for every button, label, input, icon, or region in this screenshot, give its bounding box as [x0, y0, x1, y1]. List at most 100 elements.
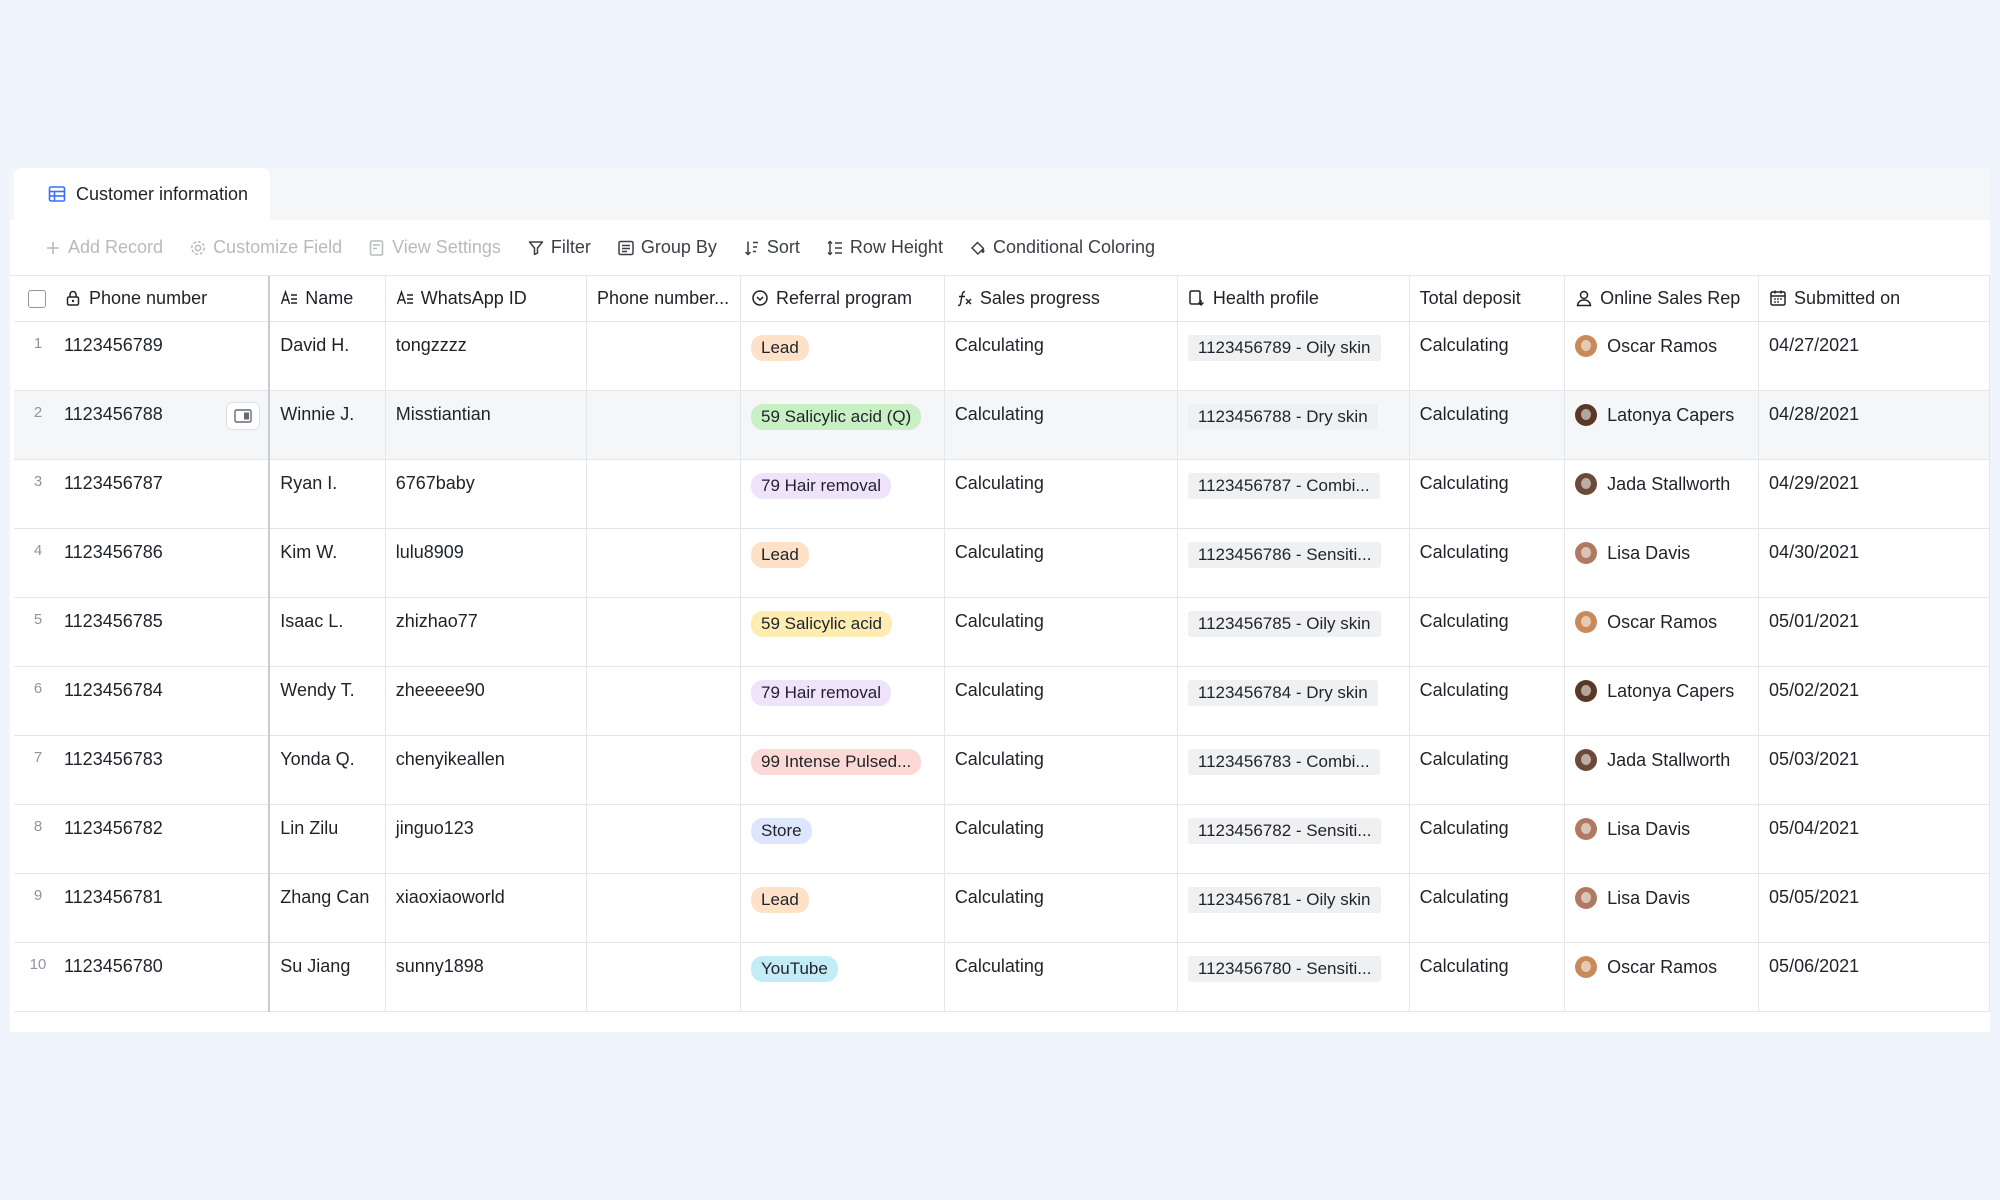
phone-number-cell[interactable]: 7 1123456783 [14, 735, 271, 805]
total-deposit-cell[interactable]: Calculating [1409, 390, 1566, 460]
whatsapp-id-cell[interactable]: 6767baby [385, 459, 588, 529]
referral-program-cell[interactable]: Lead [740, 321, 945, 391]
sales-rep-cell[interactable]: Lisa Davis [1564, 873, 1760, 943]
total-deposit-cell[interactable]: Calculating [1409, 873, 1566, 943]
phone-number-2-cell[interactable] [586, 804, 741, 874]
table-row[interactable]: 2 1123456788 Winnie J. Misstiantian 59 Salic… [14, 390, 1990, 460]
referral-program-cell[interactable]: 59 Salicylic acid (Q) [740, 390, 945, 460]
sales-progress-cell[interactable]: Calculating [944, 390, 1178, 460]
submitted-on-cell[interactable]: 04/30/2021 [1758, 528, 1990, 598]
add-record-button[interactable]: Add Record [44, 237, 163, 258]
phone-number-cell[interactable]: 9 1123456781 [14, 873, 271, 943]
referral-program-cell[interactable]: Lead [740, 528, 945, 598]
table-row[interactable]: 10 1123456780 Su Jiang sunny1898 YouTube Calc… [14, 942, 1990, 1012]
health-profile-cell[interactable]: 1123456782 - Sensiti... [1177, 804, 1410, 874]
health-profile-cell[interactable]: 1123456780 - Sensiti... [1177, 942, 1410, 1012]
column-header[interactable]: Health profile [1177, 276, 1410, 322]
health-profile-cell[interactable]: 1123456781 - Oily skin [1177, 873, 1410, 943]
column-header[interactable]: Sales progress [944, 276, 1178, 322]
phone-number-cell[interactable]: 2 1123456788 [14, 390, 271, 460]
name-cell[interactable]: Ryan I. [269, 459, 386, 529]
table-row[interactable]: 9 1123456781 Zhang Can xiaoxiaoworld Lead Cal… [14, 873, 1990, 943]
submitted-on-cell[interactable]: 05/03/2021 [1758, 735, 1990, 805]
phone-number-cell[interactable]: 6 1123456784 [14, 666, 271, 736]
table-row[interactable]: 3 1123456787 Ryan I. 6767baby 79 Hair remova… [14, 459, 1990, 529]
submitted-on-cell[interactable]: 04/29/2021 [1758, 459, 1990, 529]
health-profile-cell[interactable]: 1123456785 - Oily skin [1177, 597, 1410, 667]
health-profile-link[interactable]: 1123456782 - Sensiti... [1187, 818, 1382, 844]
table-row[interactable]: 4 1123456786 Kim W. lulu8909 Lead Calculating… [14, 528, 1990, 598]
sales-rep-cell[interactable]: Lisa Davis [1564, 528, 1760, 598]
referral-program-cell[interactable]: 59 Salicylic acid [740, 597, 945, 667]
whatsapp-id-cell[interactable]: zhizhao77 [385, 597, 588, 667]
select-all-checkbox[interactable] [28, 290, 46, 309]
health-profile-cell[interactable]: 1123456787 - Combi... [1177, 459, 1410, 529]
group-by-button[interactable]: Group By [617, 237, 717, 258]
name-cell[interactable]: Zhang Can [269, 873, 386, 943]
table-row[interactable]: 5 1123456785 Isaac L. zhizhao77 59 Salicylic… [14, 597, 1990, 667]
view-settings-button[interactable]: View Settings [368, 237, 501, 258]
filter-button[interactable]: Filter [527, 237, 591, 258]
total-deposit-cell[interactable]: Calculating [1409, 942, 1566, 1012]
phone-number-cell[interactable]: 10 1123456780 [14, 942, 271, 1012]
phone-number-2-cell[interactable] [586, 459, 741, 529]
health-profile-link[interactable]: 1123456785 - Oily skin [1187, 611, 1381, 637]
sales-progress-cell[interactable]: Calculating [944, 321, 1178, 391]
whatsapp-id-cell[interactable]: sunny1898 [385, 942, 588, 1012]
health-profile-link[interactable]: 1123456787 - Combi... [1187, 473, 1380, 499]
sales-progress-cell[interactable]: Calculating [944, 873, 1178, 943]
column-header[interactable]: Phone number [14, 276, 271, 322]
phone-number-2-cell[interactable] [586, 666, 741, 736]
health-profile-link[interactable]: 1123456780 - Sensiti... [1187, 956, 1382, 982]
phone-number-cell[interactable]: 1 1123456789 [14, 321, 271, 391]
phone-number-2-cell[interactable] [586, 390, 741, 460]
whatsapp-id-cell[interactable]: lulu8909 [385, 528, 588, 598]
submitted-on-cell[interactable]: 05/05/2021 [1758, 873, 1990, 943]
column-header[interactable]: Name [269, 276, 386, 322]
phone-number-2-cell[interactable] [586, 942, 741, 1012]
sales-rep-cell[interactable]: Latonya Capers [1564, 390, 1760, 460]
column-header[interactable]: Phone number... [586, 276, 741, 322]
referral-program-cell[interactable]: 79 Hair removal [740, 666, 945, 736]
name-cell[interactable]: Kim W. [269, 528, 386, 598]
sales-rep-cell[interactable]: Lisa Davis [1564, 804, 1760, 874]
customize-field-button[interactable]: Customize Field [189, 237, 342, 258]
referral-program-cell[interactable]: YouTube [740, 942, 945, 1012]
total-deposit-cell[interactable]: Calculating [1409, 666, 1566, 736]
health-profile-cell[interactable]: 1123456789 - Oily skin [1177, 321, 1410, 391]
submitted-on-cell[interactable]: 05/04/2021 [1758, 804, 1990, 874]
sales-progress-cell[interactable]: Calculating [944, 804, 1178, 874]
table-row[interactable]: 1 1123456789 David H. tongzzzz Lead Calculati… [14, 321, 1990, 391]
sales-rep-cell[interactable]: Oscar Ramos [1564, 321, 1760, 391]
health-profile-cell[interactable]: 1123456786 - Sensiti... [1177, 528, 1410, 598]
phone-number-2-cell[interactable] [586, 597, 741, 667]
health-profile-link[interactable]: 1123456786 - Sensiti... [1187, 542, 1382, 568]
whatsapp-id-cell[interactable]: zheeeee90 [385, 666, 588, 736]
phone-number-cell[interactable]: 4 1123456786 [14, 528, 271, 598]
sales-progress-cell[interactable]: Calculating [944, 666, 1178, 736]
whatsapp-id-cell[interactable]: chenyikeallen [385, 735, 588, 805]
whatsapp-id-cell[interactable]: jinguo123 [385, 804, 588, 874]
sales-rep-cell[interactable]: Latonya Capers [1564, 666, 1760, 736]
table-row[interactable]: 6 1123456784 Wendy T. zheeeee90 79 Hair remo… [14, 666, 1990, 736]
sales-progress-cell[interactable]: Calculating [944, 942, 1178, 1012]
total-deposit-cell[interactable]: Calculating [1409, 804, 1566, 874]
sales-progress-cell[interactable]: Calculating [944, 459, 1178, 529]
health-profile-link[interactable]: 1123456788 - Dry skin [1187, 404, 1378, 430]
phone-number-cell[interactable]: 8 1123456782 [14, 804, 271, 874]
sales-progress-cell[interactable]: Calculating [944, 528, 1178, 598]
referral-program-cell[interactable]: 79 Hair removal [740, 459, 945, 529]
total-deposit-cell[interactable]: Calculating [1409, 735, 1566, 805]
column-header[interactable]: WhatsApp ID [385, 276, 588, 322]
column-header[interactable]: Referral program [740, 276, 945, 322]
table-row[interactable]: 7 1123456783 Yonda Q. chenyikeallen 99 Inten… [14, 735, 1990, 805]
column-header[interactable]: Submitted on [1758, 276, 1990, 322]
row-height-button[interactable]: Row Height [826, 237, 943, 258]
total-deposit-cell[interactable]: Calculating [1409, 459, 1566, 529]
phone-number-2-cell[interactable] [586, 321, 741, 391]
total-deposit-cell[interactable]: Calculating [1409, 597, 1566, 667]
name-cell[interactable]: Wendy T. [269, 666, 386, 736]
sort-button[interactable]: Sort [743, 237, 800, 258]
sales-rep-cell[interactable]: Jada Stallworth [1564, 735, 1760, 805]
phone-number-cell[interactable]: 3 1123456787 [14, 459, 271, 529]
